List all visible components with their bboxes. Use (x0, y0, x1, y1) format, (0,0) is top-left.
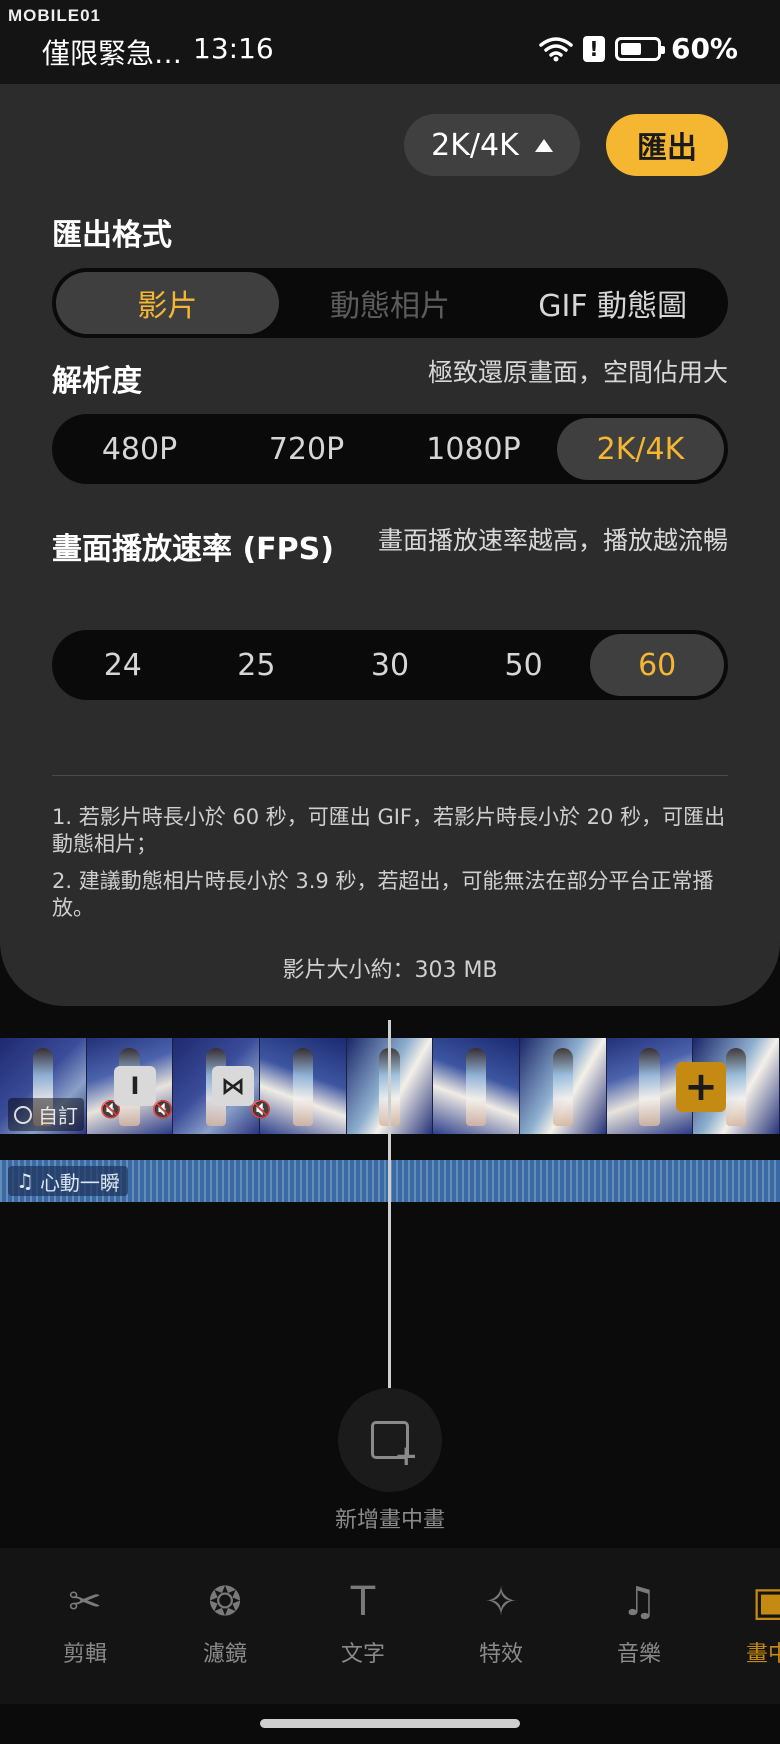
add-pip-icon (371, 1421, 418, 1472)
tool-music-label: 音樂 (616, 1642, 661, 1667)
tool-effects[interactable]: ✧ 特效 (446, 1576, 556, 1668)
tool-text[interactable]: T 文字 (308, 1576, 418, 1668)
playhead[interactable] (388, 1020, 391, 1390)
battery-icon (614, 36, 665, 61)
fps-option-24[interactable]: 24 (56, 634, 190, 696)
fps-option-50[interactable]: 50 (457, 634, 591, 696)
tool-filter[interactable]: ❂ 濾鏡 (170, 1576, 280, 1668)
fps-hint: 畫面播放速率越高，播放越流暢 (378, 526, 729, 555)
fps-option-25[interactable]: 25 (190, 634, 324, 696)
export-button[interactable]: 匯出 (606, 114, 728, 176)
add-pip-label: 新增畫中畫 (334, 1508, 445, 1533)
file-size-estimate: 影片大小約：303 MB (282, 958, 498, 983)
note-2: 2. 建議動態相片時長小於 3.9 秒，若超出，可能無法在部分平台正常播放。 (52, 869, 714, 920)
music-note-icon: ♫ (16, 1169, 34, 1193)
speed-tag[interactable]: 自訂 (8, 1098, 84, 1131)
audio-name: 心動一瞬 (39, 1170, 120, 1195)
status-bar: MOBILE01 僅限緊急… 13:16 ! 60% (0, 0, 780, 84)
tool-text-label: 文字 (340, 1642, 385, 1667)
resolution-option-1080p[interactable]: 1080P (390, 418, 557, 480)
fps-option-30[interactable]: 30 (323, 634, 457, 696)
status-icons: ! 60% (539, 32, 738, 65)
tool-pip[interactable]: ▣ 畫中 (700, 1576, 780, 1668)
tool-effects-label: 特效 (478, 1642, 523, 1667)
video-frame (260, 1038, 347, 1134)
transition-button[interactable]: I (114, 1066, 156, 1106)
resolution-hint: 極致還原畫面，空間佔用大 (427, 358, 728, 387)
home-indicator[interactable] (260, 1719, 520, 1728)
format-option-gif[interactable]: GIF 動態圖 (501, 272, 724, 334)
format-label: 匯出格式 (52, 218, 172, 253)
tool-edit-label: 剪輯 (62, 1642, 107, 1667)
resolution-option-2k4k[interactable]: 2K/4K (557, 418, 724, 480)
video-frame (433, 1038, 521, 1134)
video-frame (520, 1038, 607, 1134)
audio-tag: ♫ 心動一瞬 (8, 1166, 128, 1196)
export-settings-panel: 2K/4K 匯出 匯出格式 影片 動態相片 GIF 動態圖 解析度 極致還原畫面… (0, 84, 780, 1006)
divider (52, 775, 728, 776)
format-selector: 影片 動態相片 GIF 動態圖 (52, 268, 728, 338)
note-1: 1. 若影片時長小於 60 秒，可匯出 GIF，若影片時長小於 20 秒，可匯出… (52, 805, 726, 856)
scissors-icon: ✂ (68, 1579, 102, 1625)
battery-percent: 60% (670, 32, 738, 65)
fps-label: 畫面播放速率 (FPS) (52, 532, 334, 567)
clock: 13:16 (193, 32, 274, 65)
transition-button[interactable]: ⋈ (212, 1066, 254, 1106)
effects-icon: ✧ (484, 1579, 518, 1625)
filter-icon: ❂ (208, 1579, 242, 1625)
resolution-chip[interactable]: 2K/4K (404, 114, 580, 176)
resolution-option-480p[interactable]: 480P (56, 418, 223, 480)
wifi-icon (539, 36, 573, 61)
resolution-selector: 480P 720P 1080P 2K/4K (52, 414, 728, 484)
tool-edit[interactable]: ✂ 剪輯 (30, 1576, 140, 1668)
text-icon: T (350, 1579, 376, 1625)
add-pip-button[interactable] (338, 1388, 442, 1492)
fps-option-60[interactable]: 60 (590, 634, 724, 696)
pip-icon: ▣ (752, 1579, 780, 1625)
watermark-logo: MOBILE01 (8, 6, 102, 25)
resolution-option-720p[interactable]: 720P (223, 418, 390, 480)
add-clip-button[interactable]: + (676, 1062, 726, 1112)
caret-up-icon (534, 138, 553, 152)
speed-icon (14, 1105, 32, 1124)
tool-music[interactable]: ♫ 音樂 (584, 1576, 694, 1668)
music-icon: ♫ (621, 1579, 657, 1625)
bottom-toolbar: ✂ 剪輯 ❂ 濾鏡 T 文字 ✧ 特效 ♫ 音樂 ▣ 畫中 (0, 1548, 780, 1704)
fps-selector: 24 25 30 50 60 (52, 630, 728, 700)
speed-tag-label: 自訂 (38, 1104, 78, 1128)
carrier-text: 僅限緊急… (42, 37, 183, 70)
resolution-label: 解析度 (52, 364, 142, 399)
tool-filter-label: 濾鏡 (202, 1642, 247, 1667)
alert-icon: ! (582, 35, 605, 62)
format-option-live-photo[interactable]: 動態相片 (279, 272, 502, 334)
tool-pip-label: 畫中 (746, 1642, 780, 1667)
resolution-chip-label: 2K/4K (431, 127, 519, 163)
format-option-video[interactable]: 影片 (56, 272, 279, 334)
